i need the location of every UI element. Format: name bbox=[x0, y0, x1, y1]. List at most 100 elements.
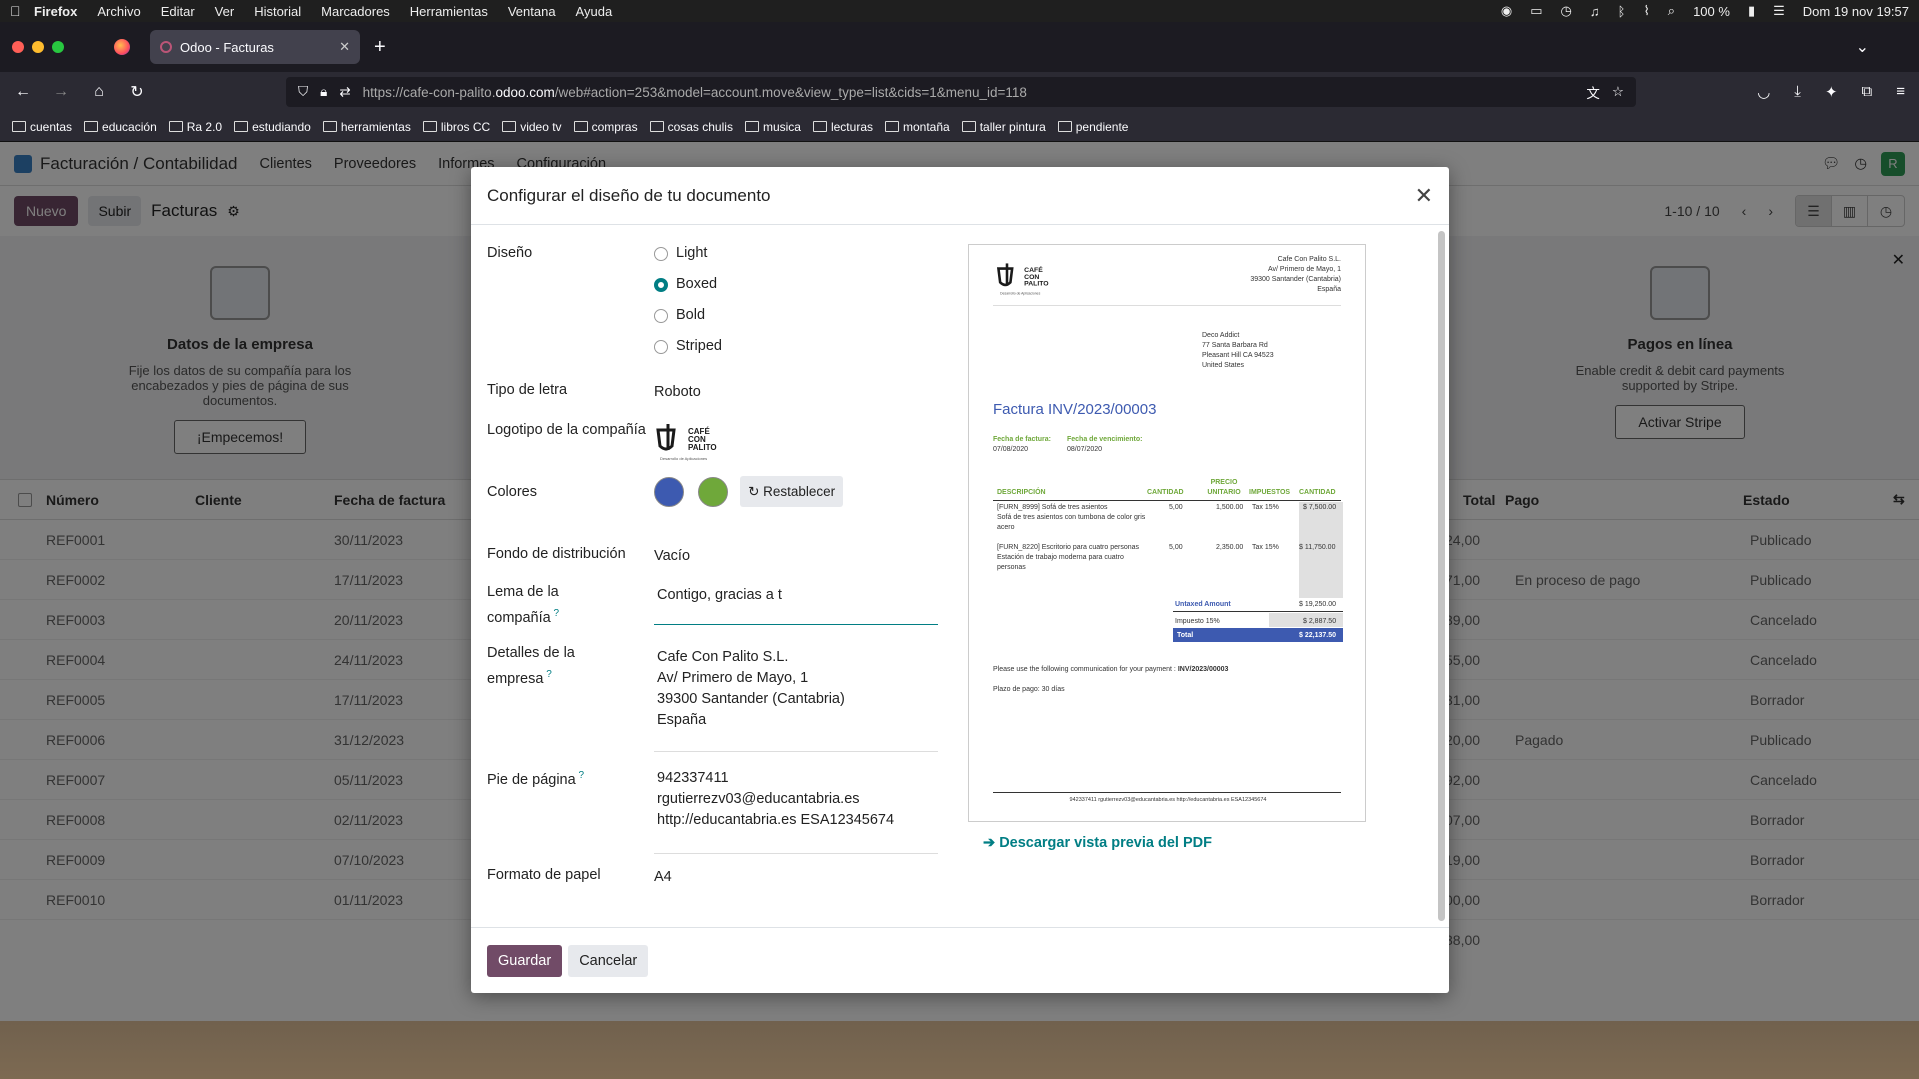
bookmark-folder[interactable]: libros CC bbox=[423, 120, 490, 134]
radio-circle[interactable] bbox=[654, 246, 668, 261]
wifi-off-icon[interactable]: ⌇ bbox=[1643, 3, 1649, 19]
radio-circle[interactable] bbox=[654, 308, 668, 323]
menubar-app-name[interactable]: Firefox bbox=[34, 4, 77, 19]
preview-footer-text: 942337411 rgutierrezv03@educantabria.es … bbox=[1069, 797, 1267, 803]
preview-invoice-date-label: Fecha de factura: bbox=[993, 436, 1051, 443]
bookmark-folder[interactable]: estudiando bbox=[234, 120, 311, 134]
close-tab-icon[interactable]: ✕ bbox=[339, 39, 350, 55]
apple-icon[interactable]:  bbox=[10, 3, 34, 19]
company-details-line: España bbox=[657, 712, 707, 728]
tagline-input[interactable]: Contigo, gracias a t bbox=[657, 585, 782, 606]
forward-icon[interactable]: → bbox=[52, 83, 70, 101]
lock-icon[interactable]: 🔒︎ bbox=[320, 84, 327, 100]
bookmark-folder[interactable]: video tv bbox=[502, 120, 561, 134]
layout-background-select[interactable]: Vacío bbox=[654, 546, 690, 567]
menubar-item[interactable]: Editar bbox=[161, 4, 195, 19]
design-option-bold[interactable]: Bold bbox=[654, 300, 722, 331]
bookmark-folder[interactable]: Ra 2.0 bbox=[169, 120, 222, 134]
radio-label: Bold bbox=[676, 307, 706, 323]
battery-icon[interactable]: ▮ bbox=[1748, 3, 1755, 19]
url-bar[interactable]: ⛉ 🔒︎ ⇄ https://cafe-con-palito.odoo.com/… bbox=[286, 77, 1636, 107]
radio-circle[interactable] bbox=[654, 339, 668, 354]
paper-format-select[interactable]: A4 bbox=[654, 867, 672, 888]
download-pdf-preview-link[interactable]: ➔ Descargar vista previa del PDF bbox=[983, 835, 1212, 851]
help-icon[interactable]: ? bbox=[543, 669, 552, 680]
bookmark-folder[interactable]: educación bbox=[84, 120, 157, 134]
preview-untaxed-label: Untaxed Amount bbox=[1175, 601, 1231, 608]
bookmark-folder[interactable]: cosas chulis bbox=[650, 120, 733, 134]
menubar-item[interactable]: Historial bbox=[254, 4, 301, 19]
reset-icon: ↻ bbox=[748, 484, 764, 499]
menubar-item[interactable]: Ver bbox=[215, 4, 235, 19]
menubar-item[interactable]: Herramientas bbox=[410, 4, 488, 19]
control-center-icon[interactable]: ☰ bbox=[1773, 3, 1785, 19]
headphones-icon[interactable]: ♫ bbox=[1590, 4, 1600, 19]
font-select[interactable]: Roboto bbox=[654, 382, 701, 403]
menubar-clock[interactable]: Dom 19 nov 19:57 bbox=[1803, 4, 1909, 19]
company-logo-image[interactable]: CAFÉ CON PALITO Desarrollo de Aplicacion… bbox=[654, 420, 724, 469]
preview-col-amount: CANTIDAD bbox=[1299, 489, 1336, 496]
preview-line-1-qty: 5,00 bbox=[1169, 504, 1183, 511]
bookmark-folder[interactable]: taller pintura bbox=[962, 120, 1046, 134]
company-details-textarea[interactable]: Cafe Con Palito S.L. Av/ Primero de Mayo… bbox=[657, 647, 845, 731]
bookmark-folder[interactable]: pendiente bbox=[1058, 120, 1129, 134]
design-option-light[interactable]: Light bbox=[654, 238, 722, 269]
reset-colors-button[interactable]: ↻ Restablecer bbox=[740, 476, 844, 507]
bookmark-folder[interactable]: musica bbox=[745, 120, 801, 134]
save-button[interactable]: Guardar bbox=[487, 944, 563, 977]
bookmark-folder[interactable]: compras bbox=[574, 120, 638, 134]
zoom-window-button[interactable] bbox=[52, 41, 64, 53]
help-icon[interactable]: ? bbox=[576, 770, 584, 781]
bookmark-folder[interactable]: lecturas bbox=[813, 120, 873, 134]
time-machine-icon[interactable]: ◷ bbox=[1561, 3, 1572, 19]
design-option-boxed[interactable]: Boxed bbox=[654, 269, 722, 300]
tracking-shield-icon[interactable]: ⛉ bbox=[298, 84, 308, 100]
new-tab-icon[interactable]: + bbox=[374, 36, 386, 59]
url-text[interactable]: https://cafe-con-palito.odoo.com/web#act… bbox=[363, 85, 1575, 100]
preview-tax-value: $ 2,887.50 bbox=[1303, 618, 1337, 625]
home-icon[interactable]: ⌂ bbox=[90, 83, 108, 101]
menubar-item[interactable]: Marcadores bbox=[321, 4, 390, 19]
close-window-button[interactable] bbox=[12, 41, 24, 53]
cancel-button[interactable]: Cancelar bbox=[568, 944, 649, 977]
preview-line-1-price: 1,500.00 bbox=[1216, 504, 1244, 511]
bookmark-folder[interactable]: herramientas bbox=[323, 120, 411, 134]
screen-record-icon[interactable]: ◉ bbox=[1501, 3, 1512, 19]
menubar-item[interactable]: Ayuda bbox=[576, 4, 613, 19]
menubar-item[interactable]: Archivo bbox=[97, 4, 140, 19]
battery-percent[interactable]: 100 % bbox=[1693, 4, 1730, 19]
reload-icon[interactable]: ↻ bbox=[128, 82, 146, 102]
browser-tab[interactable]: Odoo - Facturas ✕ bbox=[150, 30, 360, 64]
footer-line: http://educantabria.es ESA12345674 bbox=[657, 812, 895, 828]
dialog-scrollbar[interactable] bbox=[1438, 231, 1445, 921]
primary-color-swatch[interactable] bbox=[654, 476, 684, 507]
footer-textarea[interactable]: 942337411 rgutierrezv03@educantabria.es … bbox=[657, 768, 894, 831]
firefox-view-icon[interactable] bbox=[114, 39, 130, 55]
tagline-input-underline bbox=[654, 624, 938, 625]
extension-icon[interactable]: ✦ bbox=[1825, 83, 1838, 101]
close-dialog-icon[interactable]: ✕ bbox=[1415, 183, 1433, 209]
radio-circle-selected[interactable] bbox=[654, 277, 668, 292]
bookmark-folder[interactable]: cuentas bbox=[12, 120, 72, 134]
footer-underline bbox=[654, 853, 938, 854]
secondary-color-swatch[interactable] bbox=[698, 476, 729, 507]
back-icon[interactable]: ← bbox=[14, 83, 32, 101]
dialog-title: Configurar el diseño de tu documento bbox=[487, 185, 771, 205]
display-icon[interactable]: ▭ bbox=[1530, 3, 1542, 19]
spotlight-search-icon[interactable]: ⌕ bbox=[1668, 3, 1675, 19]
extensions-puzzle-icon[interactable]: ⧉ bbox=[1862, 83, 1873, 101]
design-option-striped[interactable]: Striped bbox=[654, 331, 722, 362]
menubar-item[interactable]: Ventana bbox=[508, 4, 556, 19]
help-icon[interactable]: ? bbox=[551, 608, 559, 619]
macos-menubar:  Firefox Archivo Editar Ver Historial M… bbox=[0, 0, 1919, 22]
translate-icon[interactable]: 文 bbox=[1586, 82, 1600, 102]
bluetooth-icon[interactable]: ᛒ bbox=[1618, 4, 1626, 19]
bookmark-folder[interactable]: montaña bbox=[885, 120, 950, 134]
hamburger-menu-icon[interactable]: ≡ bbox=[1896, 83, 1905, 101]
list-tabs-chevron-icon[interactable]: ⌄ bbox=[1856, 37, 1869, 57]
downloads-icon[interactable]: ⤓ bbox=[1794, 83, 1801, 101]
bookmark-star-icon[interactable]: ☆ bbox=[1612, 84, 1624, 100]
permissions-icon[interactable]: ⇄ bbox=[339, 84, 350, 100]
minimize-window-button[interactable] bbox=[32, 41, 44, 53]
pocket-icon[interactable]: ◡ bbox=[1757, 83, 1770, 101]
